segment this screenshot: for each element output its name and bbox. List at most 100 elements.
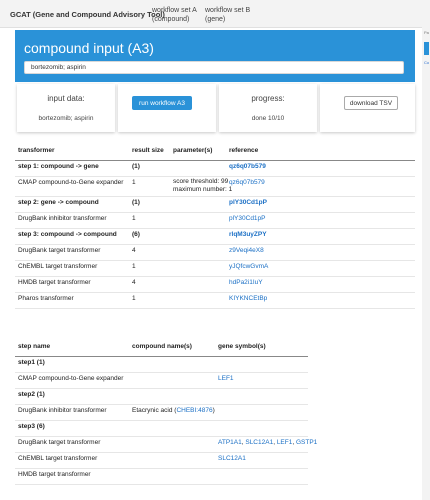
hero-banner: compound input (A3) [15,30,415,82]
table-header-cell: step name [18,343,51,350]
table-row: CMAP compound-to-Gene expander 1 score thr… [15,176,415,197]
step-name: DrugBank target transformer [18,439,101,446]
nav-workflow-set-b-line1: workflow set B [205,7,251,14]
table-row: DrugBank target transformer 4 z9Veqi4eX8 [15,244,415,261]
step-row: step2 (1) [15,388,308,405]
nav-workflow-set-a[interactable]: workflow set A (compound) [152,6,197,24]
transformer-name: CMAP compound-to-Gene expander [18,179,124,186]
transformer-name: Pharos transformer [18,295,74,302]
transformer-name: DrugBank inhibitor transformer [18,215,107,222]
input-data-card: input data: bortezomib; aspirin [17,84,115,132]
compound-names: Etacrynic acid (CHEBI:4876) [132,407,215,414]
run-workflow-button[interactable]: run workflow A3 [132,96,192,110]
progress-card: progress: done 10/10 [219,84,317,132]
reference-link[interactable]: qz6q07b579 [229,179,265,186]
result-size: 4 [132,279,136,286]
gene-symbols: SLC12A1 [218,455,246,462]
download-card: download TSV [320,84,415,132]
gene-symbol-link[interactable]: SLC12A1 [245,439,273,446]
gene-symbols: LEF1 [218,375,234,382]
table-header-cell: gene symbol(s) [218,343,266,350]
side-panel-icon[interactable] [424,42,429,55]
reference-link[interactable]: plY30Cd1pP [229,199,267,206]
app-brand[interactable]: GCAT (Gene and Compound Advisory Tool) [10,10,165,19]
input-data-title: input data: [47,94,85,103]
table-row: DrugBank target transformer ATP1A1, SLC12… [15,436,317,453]
parameter-line: maximum number: 1 [173,186,233,193]
step-name: ChEMBL target transformer [18,455,98,462]
step-row: step 2: gene -> compound (1) plY30Cd1pP [15,196,415,213]
gene-symbol-link[interactable]: LEF1 [218,375,234,382]
table-header-row: step name compound name(s) gene symbol(s) [15,340,308,357]
step-name: HMDB target transformer [18,471,91,478]
reference-link[interactable]: hdPa2i1IuY [229,279,263,286]
parameter-line: score threshold: 99 [173,178,229,185]
gene-symbol-link[interactable]: ATP1A1 [218,439,242,446]
input-data-value: bortezomib; aspirin [38,115,94,122]
gene-symbol-link[interactable]: LEF1 [277,439,293,446]
reference-link[interactable]: rlqM3uyZPY [229,231,267,238]
result-size: 1 [132,263,136,270]
parameters: score threshold: 99 maximum number: 1 [173,178,232,194]
result-size: (1) [132,163,140,170]
table-row: ChEMBL target transformer SLC12A1 [15,452,308,469]
page-title: compound input (A3) [24,40,154,56]
nav-workflow-set-b[interactable]: workflow set B (gene) [205,6,250,24]
table-header-cell: transformer [18,147,55,154]
table-row: HMDB target transformer [15,468,308,485]
nav-workflow-set-a-line1: workflow set A [152,7,197,14]
result-size: 1 [132,295,136,302]
reference-link[interactable]: yJQfcwGvmA [229,263,268,270]
compound-id-link[interactable]: CHEBI:4876 [176,407,212,414]
transformer-name: step 3: compound -> compound [18,231,117,238]
step-name: step1 (1) [18,359,45,366]
step-name: step3 (6) [18,423,45,430]
side-panel [422,27,430,500]
table-row: ChEMBL target transformer 1 yJQfcwGvmA [15,260,415,277]
step-row: step1 (1) [15,356,308,373]
result-size: 1 [132,179,136,186]
reference-link[interactable]: qz6q07b579 [229,163,266,170]
table-row: CMAP compound-to-Gene expander LEF1 [15,372,308,389]
table-header-cell: compound name(s) [132,343,192,350]
nav-workflow-set-a-line2: (compound) [152,16,190,23]
step-name: step2 (1) [18,391,45,398]
reference-link[interactable]: z9Veqi4eX8 [229,247,264,254]
compound-input[interactable] [24,61,404,74]
result-size: (1) [132,199,140,206]
step-row: step 3: compound -> compound (6) rlqM3uyZP… [15,228,415,245]
reference-link[interactable]: plY30Cd1pP [229,215,266,222]
table-header-cell: reference [229,147,259,154]
table-row: Pharos transformer 1 KIYKNCEtBp [15,292,415,309]
gene-symbol-link[interactable]: SLC12A1 [218,455,246,462]
table-row: HMDB target transformer 4 hdPa2i1IuY [15,276,415,293]
side-panel-link[interactable]: Co [424,60,429,65]
step-name: CMAP compound-to-Gene expander [18,375,124,382]
table-row: DrugBank inhibitor transformer 1 plY30Cd1p… [15,212,415,229]
nav-workflow-set-b-line2: (gene) [205,16,226,23]
gene-symbol-link[interactable]: GSTP1 [296,439,317,446]
step-row: step3 (6) [15,420,308,437]
transformer-name: step 2: gene -> compound [18,199,99,206]
download-tsv-button[interactable]: download TSV [344,96,398,110]
progress-title: progress: [251,94,285,103]
reference-link[interactable]: KIYKNCEtBp [229,295,267,302]
result-size: 1 [132,215,136,222]
compound-name: Etacrynic acid ( [132,407,177,414]
step-name: DrugBank inhibitor transformer [18,407,107,414]
table-header-row: transformer result size parameter(s) refere… [15,144,415,161]
gene-symbols: ATP1A1, SLC12A1, LEF1, GSTP1 [218,439,318,446]
result-size: (6) [132,231,140,238]
transformer-name: DrugBank target transformer [18,247,101,254]
table-header-cell: result size [132,147,164,154]
run-card: run workflow A3 [118,84,216,132]
transformer-name: HMDB target transformer [18,279,91,286]
progress-value: done 10/10 [251,115,285,122]
step-row: step 1: compound -> gene (1) qz6q07b579 [15,160,415,177]
compound-name-tail: ) [212,407,215,414]
top-navbar: GCAT (Gene and Compound Advisory Tool) w… [0,0,430,28]
side-panel-label: Pa [424,30,429,35]
result-size: 4 [132,247,136,254]
transformer-name: step 1: compound -> gene [18,163,99,170]
table-header-cell: parameter(s) [173,147,213,154]
